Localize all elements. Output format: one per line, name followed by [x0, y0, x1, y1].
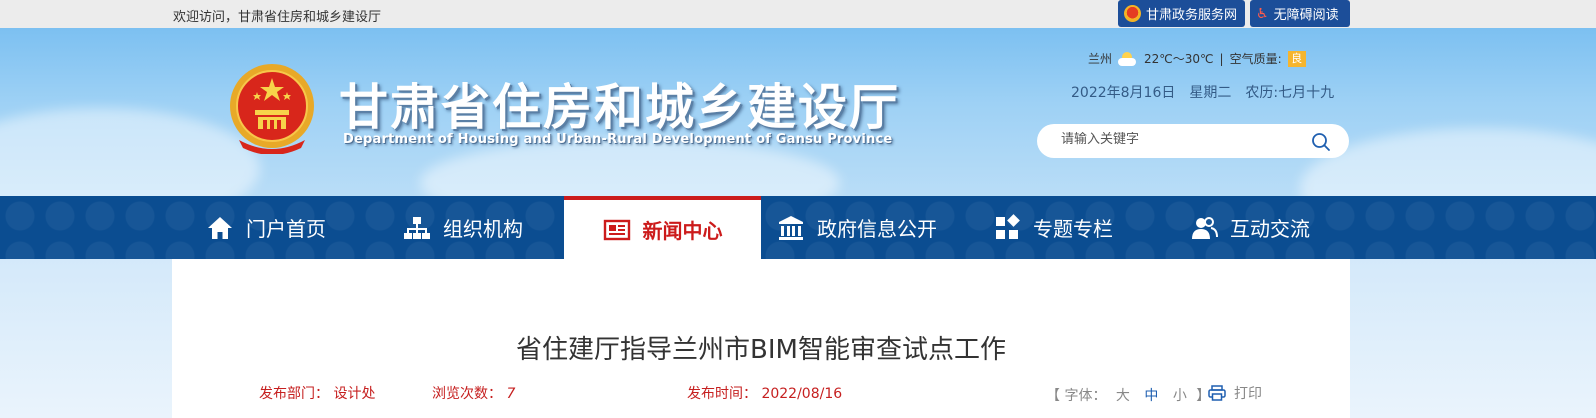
site-header: 甘肃省住房和城乡建设厅 Department of Housing and Ur…: [0, 28, 1596, 196]
weather-city: 兰州: [1088, 52, 1113, 66]
government-building-icon: [779, 215, 803, 240]
dept-value: 设计处: [333, 386, 376, 402]
users-icon: [1192, 216, 1218, 239]
gov-service-label: 甘肃政务服务网: [1146, 8, 1238, 23]
nav-item-label: 新闻中心: [642, 219, 723, 243]
air-quality-badge: 良: [1287, 50, 1306, 67]
page-background-left: [0, 259, 172, 418]
org-chart-icon: [404, 216, 430, 239]
time-value: 2022/08/16: [761, 386, 843, 402]
dept-label: 发布部门：: [259, 386, 329, 402]
nav-item-interaction[interactable]: 互动交流: [1190, 196, 1310, 259]
font-size-label: 【 字体：: [1046, 388, 1107, 404]
print-label: 打印: [1234, 386, 1262, 402]
nav-item-label: 组织机构: [443, 217, 523, 241]
publish-time: 发布时间： 2022/08/16: [687, 383, 842, 403]
printer-icon: [1208, 385, 1226, 401]
font-size-selector: 【 字体： 大 中 小 】: [1046, 385, 1210, 405]
search-input[interactable]: [1061, 132, 1301, 147]
article-container: 省住建厅指导兰州市BIM智能审查试点工作 发布部门： 设计处 浏览次数： 7 发…: [172, 259, 1350, 418]
weather-temp: 22℃～30℃: [1144, 52, 1214, 66]
partly-cloudy-icon: [1118, 51, 1138, 66]
article-title: 省住建厅指导兰州市BIM智能审查试点工作: [516, 335, 1006, 365]
search-icon[interactable]: [1311, 132, 1331, 152]
top-bar: 欢迎访问，甘肃省住房和城乡建设厅 甘肃政务服务网 ♿ 无障碍阅读: [0, 0, 1596, 28]
nav-item-label: 互动交流: [1230, 217, 1310, 241]
main-nav: 门户首页 组织机构 新闻中心 政府信息公开 专题专栏 互动交流: [0, 196, 1596, 259]
font-size-medium[interactable]: 中: [1144, 388, 1158, 404]
nav-item-special[interactable]: 专题专栏: [993, 196, 1113, 259]
nav-item-label: 政府信息公开: [817, 217, 937, 241]
welcome-text: 欢迎访问，甘肃省住房和城乡建设厅: [173, 10, 382, 25]
search-box: [1037, 124, 1349, 158]
nav-item-label: 门户首页: [246, 217, 326, 241]
site-subtitle: Department of Housing and Urban-Rural De…: [343, 132, 893, 147]
print-button[interactable]: 打印: [1208, 383, 1262, 403]
newspaper-icon: [603, 219, 630, 240]
nav-item-label: 专题专栏: [1033, 217, 1113, 241]
accessibility-link[interactable]: ♿ 无障碍阅读: [1250, 0, 1350, 27]
font-size-large[interactable]: 大: [1116, 388, 1130, 404]
nav-item-organization[interactable]: 组织机构: [403, 196, 523, 259]
publish-department: 发布部门： 设计处: [259, 383, 375, 403]
cloud-decoration: [0, 108, 260, 196]
site-title: 甘肃省住房和城乡建设厅: [339, 78, 901, 136]
date-display: 2022年8月16日 星期二 农历:七月十九: [1071, 85, 1335, 101]
views-label: 浏览次数：: [432, 386, 502, 402]
air-quality-label: 空气质量:: [1229, 52, 1282, 66]
accessibility-icon: ♿: [1256, 5, 1269, 22]
page-background-right: [1350, 259, 1596, 418]
weather-widget: 兰州 22℃～30℃ | 空气质量: 良: [1088, 50, 1306, 67]
home-icon: [208, 216, 232, 239]
accessibility-label: 无障碍阅读: [1273, 8, 1339, 23]
weather-separator: |: [1219, 51, 1224, 66]
nav-item-gov-info[interactable]: 政府信息公开: [777, 196, 937, 259]
time-label: 发布时间：: [687, 386, 757, 402]
grid-icon: [996, 213, 1020, 239]
views-value: 7: [506, 386, 516, 402]
nav-item-home[interactable]: 门户首页: [206, 196, 326, 259]
font-size-small[interactable]: 小: [1173, 388, 1187, 404]
view-count: 浏览次数： 7: [432, 383, 515, 403]
gov-service-link[interactable]: 甘肃政务服务网: [1118, 0, 1245, 27]
nav-item-news[interactable]: 新闻中心: [564, 196, 761, 259]
emblem-mini-icon: [1124, 5, 1141, 22]
national-emblem-icon: [230, 64, 314, 154]
